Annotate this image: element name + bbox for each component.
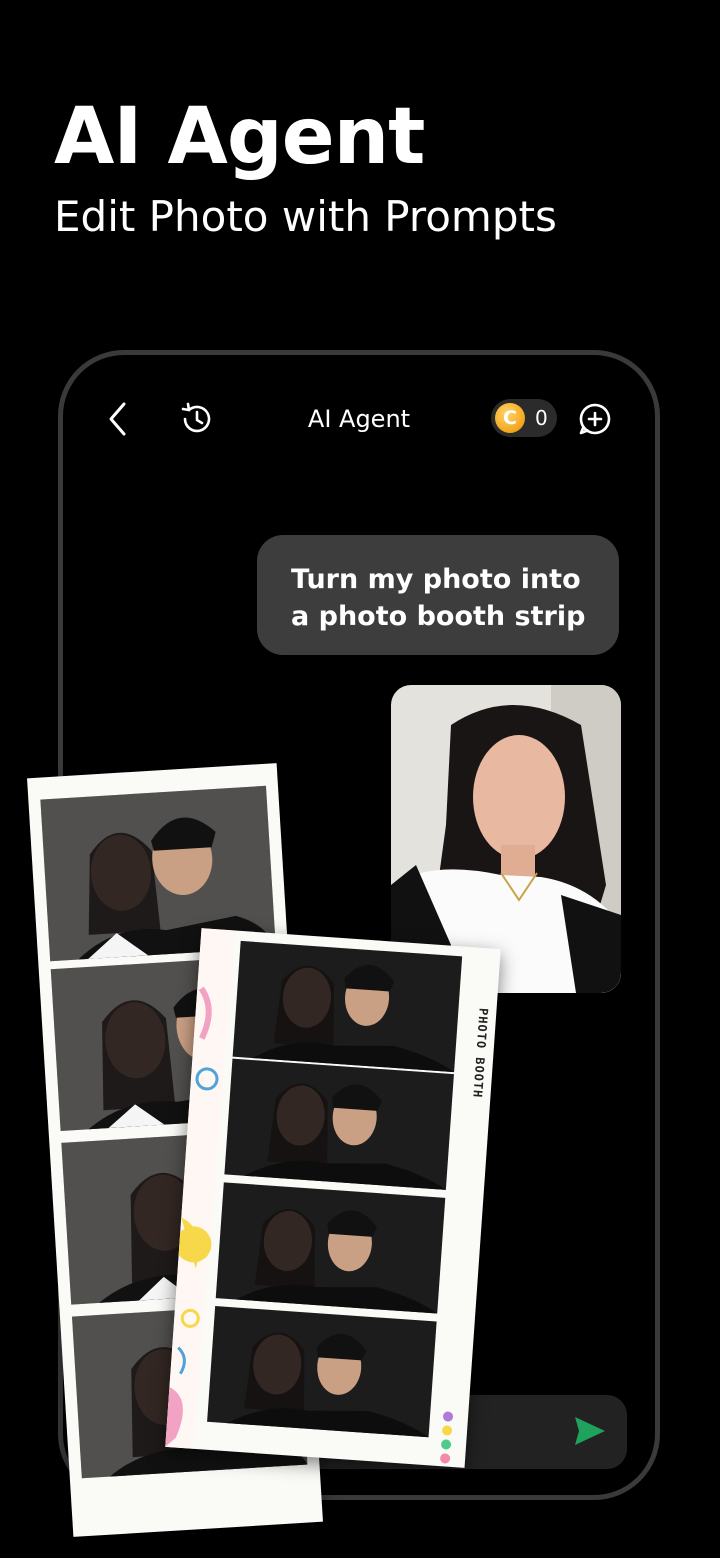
send-button[interactable] xyxy=(569,1411,609,1451)
new-chat-button[interactable] xyxy=(573,397,617,441)
coin-count: 0 xyxy=(535,406,548,430)
photo-strip-result-right: PHOTO BOOTH xyxy=(165,928,501,1468)
user-message-text: Turn my photo into a photo booth strip xyxy=(291,564,586,632)
photo-strip-image-decorated xyxy=(165,928,463,1464)
coin-balance[interactable]: C 0 xyxy=(491,399,557,437)
user-message-bubble: Turn my photo into a photo booth strip xyxy=(257,535,619,655)
coin-icon: C xyxy=(495,403,525,433)
page-title: AI Agent xyxy=(307,405,411,433)
promo-subheadline: Edit Photo with Prompts xyxy=(54,192,557,241)
send-icon xyxy=(575,1417,605,1445)
promo-headline: AI Agent xyxy=(54,92,425,182)
app-header: AI Agent C 0 xyxy=(63,385,655,455)
chat-plus-icon xyxy=(579,403,611,435)
